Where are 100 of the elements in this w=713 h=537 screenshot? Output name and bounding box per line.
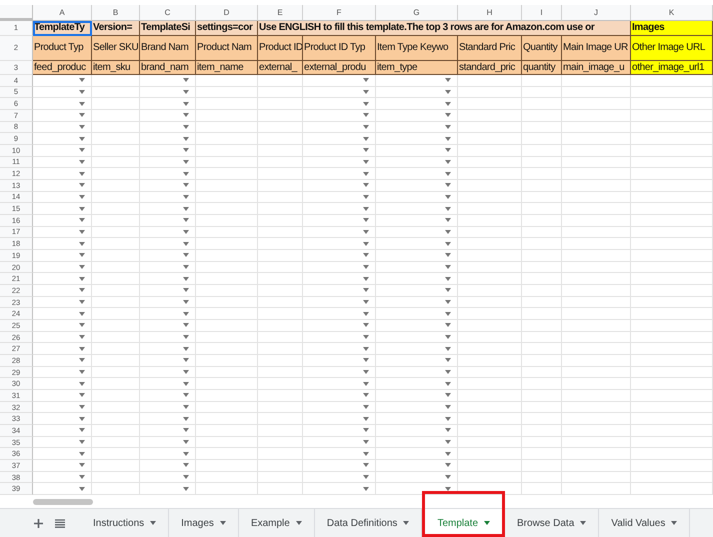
column-header[interactable]: C	[140, 5, 196, 21]
table-cell[interactable]	[92, 285, 140, 297]
dropdown-caret-icon[interactable]	[445, 346, 451, 351]
table-cell[interactable]	[258, 308, 303, 320]
table-cell[interactable]	[631, 214, 713, 227]
table-cell[interactable]	[258, 436, 303, 448]
table-cell[interactable]	[140, 378, 196, 390]
table-cell[interactable]	[562, 296, 631, 308]
table-cell[interactable]	[33, 460, 92, 472]
table-cell[interactable]	[522, 378, 562, 390]
table-cell[interactable]	[303, 273, 376, 286]
table-cell[interactable]	[258, 413, 303, 426]
table-cell[interactable]	[562, 180, 631, 192]
table-cell[interactable]	[303, 343, 376, 356]
dropdown-caret-icon[interactable]	[363, 358, 369, 362]
table-cell[interactable]	[522, 402, 562, 414]
dropdown-caret-icon[interactable]	[79, 230, 85, 234]
dropdown-caret-icon[interactable]	[183, 416, 189, 421]
table-cell[interactable]	[631, 74, 713, 87]
table-cell[interactable]	[631, 460, 713, 472]
table-cell[interactable]	[33, 355, 92, 367]
table-cell[interactable]	[140, 390, 196, 402]
dropdown-caret-icon[interactable]	[363, 370, 369, 374]
dropdown-caret-icon[interactable]	[445, 323, 451, 328]
dropdown-caret-icon[interactable]	[445, 230, 451, 234]
table-cell[interactable]	[196, 156, 258, 168]
table-cell[interactable]	[458, 273, 522, 286]
table-cell[interactable]	[458, 238, 522, 250]
table-cell[interactable]	[92, 156, 140, 168]
table-cell[interactable]	[33, 262, 92, 274]
table-cell[interactable]	[376, 413, 458, 426]
column-header[interactable]: E	[258, 5, 303, 21]
table-cell[interactable]	[140, 238, 196, 250]
table-cell[interactable]	[522, 308, 562, 320]
table-cell[interactable]	[258, 402, 303, 414]
dropdown-caret-icon[interactable]	[79, 148, 85, 152]
dropdown-caret-icon[interactable]	[183, 113, 189, 118]
table-cell[interactable]	[196, 308, 258, 320]
table-cell[interactable]	[376, 378, 458, 390]
table-cell[interactable]	[33, 203, 92, 215]
table-cell[interactable]	[522, 285, 562, 297]
table-cell[interactable]	[522, 180, 562, 192]
table-cell[interactable]	[33, 238, 92, 250]
table-cell[interactable]	[562, 285, 631, 297]
table-cell[interactable]	[303, 320, 376, 332]
dropdown-caret-icon[interactable]	[445, 148, 451, 152]
table-cell[interactable]	[522, 296, 562, 308]
dropdown-caret-icon[interactable]	[183, 160, 189, 164]
table-cell[interactable]	[92, 203, 140, 215]
dropdown-caret-icon[interactable]	[183, 194, 189, 199]
table-cell[interactable]	[458, 122, 522, 134]
table-cell[interactable]	[631, 285, 713, 297]
dropdown-caret-icon[interactable]	[183, 486, 189, 491]
table-cell[interactable]	[303, 448, 376, 460]
dropdown-caret-icon[interactable]	[79, 206, 85, 211]
table-cell[interactable]	[376, 366, 458, 378]
table-cell[interactable]	[33, 122, 92, 134]
table-cell[interactable]	[33, 226, 92, 238]
table-cell[interactable]	[562, 413, 631, 426]
table-cell[interactable]	[140, 168, 196, 180]
dropdown-caret-icon[interactable]	[79, 346, 85, 351]
dropdown-caret-icon[interactable]	[445, 370, 451, 374]
table-cell[interactable]	[562, 390, 631, 402]
table-cell[interactable]	[303, 238, 376, 250]
table-cell[interactable]	[376, 296, 458, 308]
table-cell[interactable]	[562, 343, 631, 356]
table-cell[interactable]	[303, 168, 376, 180]
table-cell[interactable]	[33, 180, 92, 192]
table-cell[interactable]	[562, 378, 631, 390]
column-header[interactable]: J	[562, 5, 631, 21]
dropdown-caret-icon[interactable]	[79, 428, 85, 432]
table-cell[interactable]	[562, 168, 631, 180]
table-cell[interactable]	[196, 472, 258, 484]
table-cell[interactable]	[376, 168, 458, 180]
dropdown-caret-icon[interactable]	[79, 276, 85, 281]
sheet-tab[interactable]: Template	[422, 491, 506, 537]
dropdown-caret-icon[interactable]	[363, 102, 369, 106]
table-cell[interactable]	[458, 226, 522, 238]
table-cell[interactable]	[376, 86, 458, 98]
table-cell[interactable]	[376, 214, 458, 227]
dropdown-caret-icon[interactable]	[445, 405, 451, 410]
table-cell[interactable]	[631, 448, 713, 460]
dropdown-caret-icon[interactable]	[445, 206, 451, 211]
dropdown-caret-icon[interactable]	[183, 323, 189, 328]
table-cell[interactable]	[522, 144, 562, 157]
table-cell[interactable]	[376, 250, 458, 262]
table-cell[interactable]	[376, 262, 458, 274]
table-cell[interactable]	[303, 366, 376, 378]
table-cell[interactable]	[258, 122, 303, 134]
table-cell[interactable]	[376, 390, 458, 402]
table-cell[interactable]	[140, 436, 196, 448]
dropdown-caret-icon[interactable]	[363, 206, 369, 211]
table-cell[interactable]	[33, 472, 92, 484]
dropdown-caret-icon[interactable]	[363, 136, 369, 141]
table-cell[interactable]	[140, 250, 196, 262]
dropdown-caret-icon[interactable]	[363, 323, 369, 328]
table-cell[interactable]	[258, 226, 303, 238]
table-cell[interactable]	[140, 74, 196, 87]
table-cell[interactable]	[376, 98, 458, 110]
dropdown-caret-icon[interactable]	[183, 370, 189, 374]
